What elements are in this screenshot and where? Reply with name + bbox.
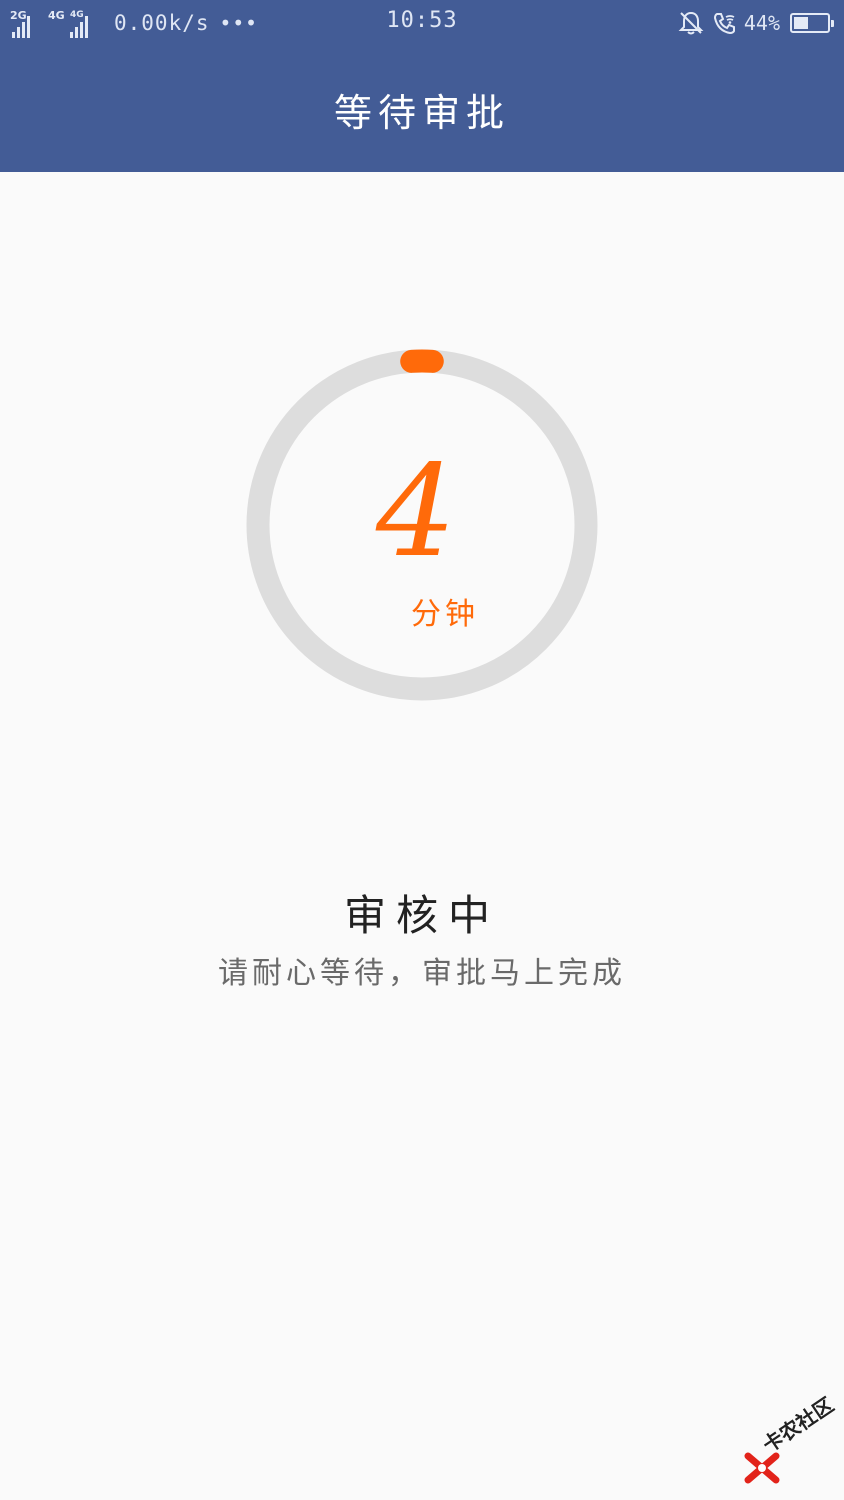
wifi-call-icon	[712, 10, 738, 36]
status-title: 审核中	[343, 891, 500, 940]
status-subtitle: 请耐心等待，审批马上完成	[218, 956, 626, 991]
page-title: 等待审批	[333, 91, 510, 135]
bell-off-icon	[678, 10, 704, 36]
battery-percent: 44%	[743, 11, 780, 35]
community-watermark-logo: 卡农社区	[736, 1393, 844, 1494]
status-bar: 2G 4G 4G 0.00k/s ••• 10:53 44%	[0, 0, 844, 46]
app-header: 2G 4G 4G 0.00k/s ••• 10:53 44% 等待审批	[0, 0, 844, 172]
countdown-unit: 分钟	[411, 597, 479, 632]
status-bar-right: 44%	[678, 8, 834, 38]
battery-icon	[790, 13, 834, 33]
countdown-value: 4	[375, 438, 457, 585]
watermark-text: 卡农社区	[758, 1392, 838, 1458]
